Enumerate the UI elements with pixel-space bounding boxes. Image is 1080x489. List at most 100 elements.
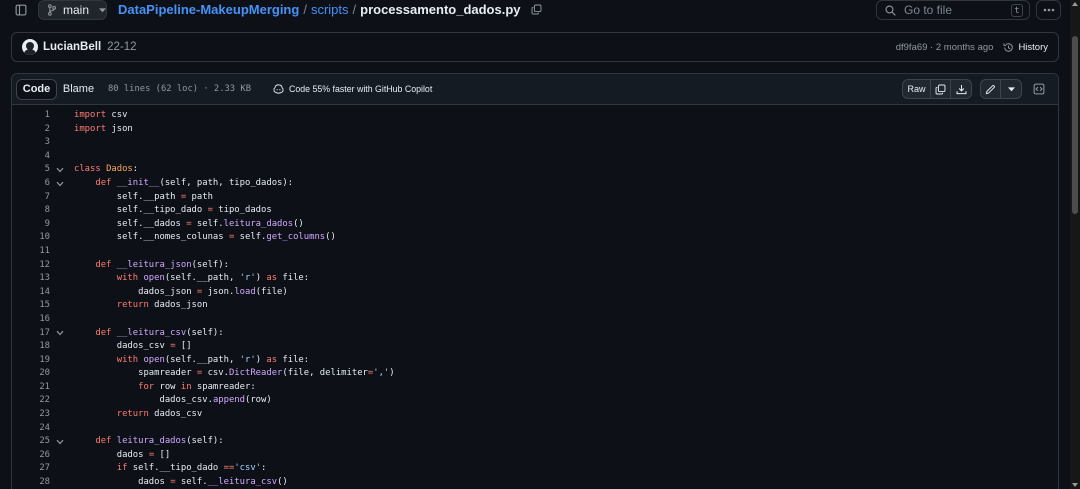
breadcrumb-repo-link[interactable]: DataPipeline-MakeupMerging bbox=[118, 2, 299, 17]
line-number[interactable]: 10 bbox=[12, 231, 50, 245]
code-line: 14 dados_json = json.load(file) bbox=[12, 286, 1058, 300]
breadcrumb-file-name: processamento_dados.py bbox=[360, 2, 521, 17]
code-token: (file, delimiter bbox=[282, 368, 368, 379]
tab-code[interactable]: Code bbox=[16, 78, 57, 100]
line-number[interactable]: 7 bbox=[12, 191, 50, 205]
code-text: import json bbox=[74, 123, 133, 137]
code-token: json bbox=[111, 123, 133, 134]
breadcrumb-dir-link[interactable]: scripts bbox=[311, 2, 349, 17]
code-line: 13 with open(self.__path, 'r') as file: bbox=[12, 272, 1058, 286]
copy-raw-button[interactable] bbox=[931, 80, 951, 98]
code-line: 19 with open(self.__path, 'r') as file: bbox=[12, 354, 1058, 368]
more-options-button[interactable] bbox=[1036, 0, 1061, 20]
git-branch-icon bbox=[47, 4, 57, 16]
fold-chevron-icon[interactable] bbox=[55, 327, 65, 341]
code-view[interactable]: 1 import csv 2 import json 3 4 5 class Dados: 6 … bbox=[12, 105, 1058, 489]
code-token: Dados bbox=[106, 164, 133, 175]
line-number[interactable]: 6 bbox=[12, 177, 50, 191]
line-number[interactable]: 27 bbox=[12, 462, 50, 476]
code-token: 'r' bbox=[239, 273, 256, 284]
line-number[interactable]: 19 bbox=[12, 354, 50, 368]
commit-hash-time[interactable]: df9fa69 · 2 months ago bbox=[896, 42, 994, 53]
line-number[interactable]: 8 bbox=[12, 204, 50, 218]
line-number[interactable]: 26 bbox=[12, 449, 50, 463]
code-token: 'r' bbox=[239, 354, 256, 365]
code-token: dados_csv bbox=[74, 341, 171, 352]
commit-author-link[interactable]: LucianBell bbox=[43, 41, 101, 53]
scrollbar-thumb[interactable] bbox=[1072, 36, 1078, 214]
line-number[interactable]: 3 bbox=[12, 136, 50, 150]
code-line: 27 if self.__tipo_dado =='csv': bbox=[12, 462, 1058, 476]
copy-icon bbox=[935, 84, 946, 95]
code-token: import bbox=[74, 110, 107, 120]
code-token: as bbox=[266, 354, 278, 365]
code-token: dados bbox=[74, 477, 171, 488]
copilot-promo-link[interactable]: Code 55% faster with GitHub Copilot bbox=[273, 84, 432, 94]
line-number[interactable]: 16 bbox=[12, 313, 50, 327]
sidebar-toggle-icon[interactable] bbox=[10, 0, 32, 20]
line-number[interactable]: 13 bbox=[12, 272, 50, 286]
line-number[interactable]: 21 bbox=[12, 381, 50, 395]
edit-actions-group bbox=[980, 79, 1022, 99]
code-token: __leitura_csv bbox=[116, 327, 187, 338]
code-text: dados = self.__leitura_csv() bbox=[74, 476, 288, 489]
code-line: 11 bbox=[12, 245, 1058, 259]
tab-blame[interactable]: Blame bbox=[57, 79, 100, 100]
go-to-file-input[interactable]: Go to file t bbox=[876, 0, 1030, 20]
code-token: open bbox=[143, 273, 165, 284]
edit-dropdown-button[interactable] bbox=[1001, 80, 1021, 98]
line-number[interactable]: 4 bbox=[12, 150, 50, 164]
fold-chevron-icon[interactable] bbox=[55, 177, 65, 191]
code-text: self.__dados = self.leitura_dados() bbox=[74, 218, 304, 232]
branch-selector-button[interactable]: main bbox=[38, 0, 107, 20]
line-number[interactable]: 25 bbox=[12, 435, 50, 449]
code-line: 8 self.__tipo_dado = tipo_dados bbox=[12, 204, 1058, 218]
line-number[interactable]: 9 bbox=[12, 218, 50, 232]
line-number[interactable]: 2 bbox=[12, 123, 50, 137]
code-line: 24 bbox=[12, 422, 1058, 436]
code-token: : bbox=[132, 164, 139, 175]
code-token: ',' bbox=[373, 368, 390, 379]
history-button[interactable]: History bbox=[1003, 42, 1048, 53]
line-number[interactable]: 22 bbox=[12, 394, 50, 408]
code-token: (self): bbox=[191, 259, 229, 270]
code-token: with bbox=[116, 273, 139, 284]
line-number[interactable]: 12 bbox=[12, 259, 50, 273]
code-text: def __init__(self, path, tipo_dados): bbox=[74, 177, 293, 191]
raw-button[interactable]: Raw bbox=[903, 80, 931, 98]
fold-chevron-icon[interactable] bbox=[55, 163, 65, 177]
line-number[interactable]: 23 bbox=[12, 408, 50, 422]
line-number[interactable]: 28 bbox=[12, 476, 50, 489]
line-number[interactable]: 1 bbox=[12, 109, 50, 123]
fold-chevron-icon[interactable] bbox=[55, 435, 65, 449]
code-token: 'csv' bbox=[234, 463, 262, 474]
line-number[interactable]: 15 bbox=[12, 299, 50, 313]
line-number[interactable]: 14 bbox=[12, 286, 50, 300]
scroll-up-arrow-icon[interactable] bbox=[1072, 2, 1078, 6]
edit-file-button[interactable] bbox=[981, 80, 1001, 98]
line-number[interactable]: 17 bbox=[12, 327, 50, 341]
code-text: dados = [] bbox=[74, 449, 170, 463]
code-token: def bbox=[95, 436, 112, 447]
line-number[interactable]: 18 bbox=[12, 340, 50, 354]
scroll-down-arrow-icon[interactable] bbox=[1072, 483, 1078, 487]
download-raw-button[interactable] bbox=[951, 80, 971, 98]
copy-path-icon[interactable] bbox=[531, 4, 542, 15]
code-token: csv. bbox=[202, 368, 229, 379]
line-number[interactable]: 5 bbox=[12, 163, 50, 177]
line-number[interactable]: 20 bbox=[12, 367, 50, 381]
code-line: 20 spamreader = csv.DictReader(file, del… bbox=[12, 367, 1058, 381]
page-scrollbar[interactable] bbox=[1070, 0, 1080, 489]
commit-message-link[interactable]: 22-12 bbox=[107, 41, 136, 53]
avatar[interactable] bbox=[22, 39, 38, 55]
code-token: self.__tipo_dado bbox=[127, 463, 224, 474]
code-line: 21 for row in spamreader: bbox=[12, 381, 1058, 395]
code-token: file: bbox=[277, 273, 310, 284]
symbols-panel-button[interactable] bbox=[1030, 79, 1048, 99]
line-number[interactable]: 24 bbox=[12, 422, 50, 436]
line-number[interactable]: 11 bbox=[12, 245, 50, 259]
